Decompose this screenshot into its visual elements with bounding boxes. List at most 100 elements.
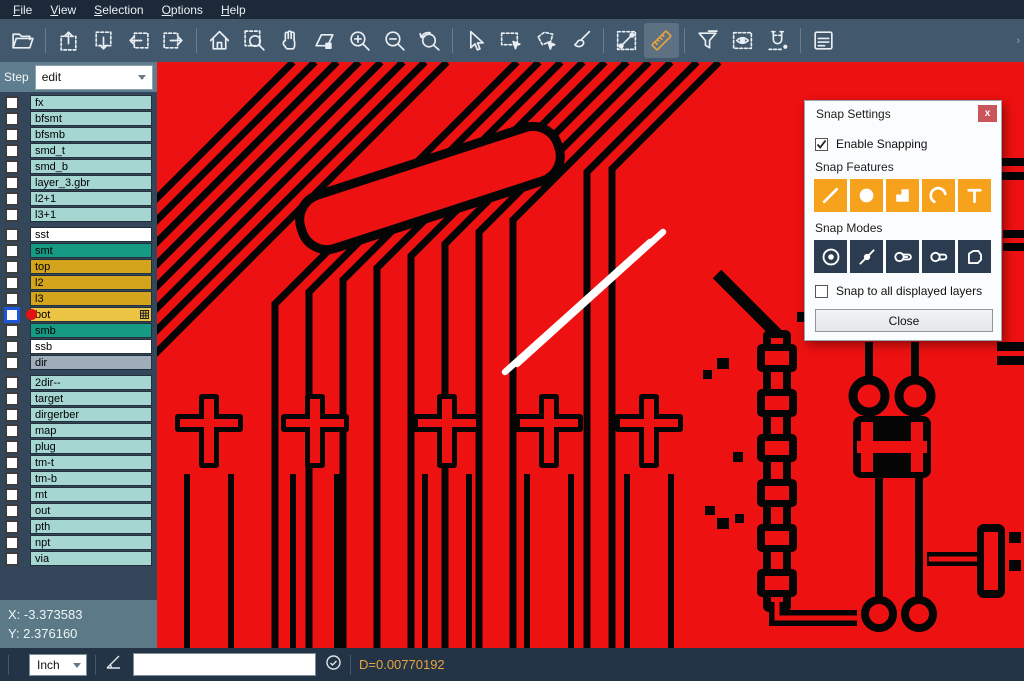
- layer-visibility-checkbox[interactable]: [5, 340, 19, 354]
- layer-visibility-checkbox[interactable]: [5, 536, 19, 550]
- layer-visibility-checkbox[interactable]: [5, 260, 19, 274]
- menu-item-selection[interactable]: Selection: [85, 2, 152, 18]
- layer-item-l3+1[interactable]: l3+1: [30, 207, 152, 222]
- send-top-button[interactable]: [51, 23, 86, 58]
- snap-on-line-button[interactable]: [850, 240, 883, 273]
- layer-item-dirgerber[interactable]: dirgerber: [30, 407, 152, 422]
- apply-icon[interactable]: [325, 654, 342, 676]
- snap-feature-arc-button[interactable]: [922, 179, 955, 212]
- layer-visibility-checkbox[interactable]: [5, 308, 19, 322]
- layer-visibility-checkbox[interactable]: [5, 440, 19, 454]
- measure-ruler-button[interactable]: [644, 23, 679, 58]
- pan-hand-button[interactable]: [272, 23, 307, 58]
- unit-dropdown[interactable]: Inch: [29, 654, 87, 676]
- report-button[interactable]: [806, 23, 841, 58]
- layer-item-l2+1[interactable]: l2+1: [30, 191, 152, 206]
- select-pointer-button[interactable]: [458, 23, 493, 58]
- layer-visibility-checkbox[interactable]: [5, 408, 19, 422]
- layer-visibility-checkbox[interactable]: [5, 228, 19, 242]
- zoom-previous-button[interactable]: [412, 23, 447, 58]
- menu-item-help[interactable]: Help: [212, 2, 255, 18]
- layer-visibility-checkbox[interactable]: [5, 144, 19, 158]
- snap-magnet-button[interactable]: [760, 23, 795, 58]
- layer-item-top[interactable]: top: [30, 259, 152, 274]
- layer-visibility-checkbox[interactable]: [5, 292, 19, 306]
- layer-visibility-checkbox[interactable]: [5, 376, 19, 390]
- layer-visibility-checkbox[interactable]: [5, 160, 19, 174]
- layer-visibility-checkbox[interactable]: [5, 324, 19, 338]
- snap-slot-center-button[interactable]: [886, 240, 919, 273]
- zoom-out-button[interactable]: [377, 23, 412, 58]
- zoom-in-button[interactable]: [342, 23, 377, 58]
- layer-item-tm-t[interactable]: tm-t: [30, 455, 152, 470]
- snap-center-button[interactable]: [814, 240, 847, 273]
- layer-visibility-checkbox[interactable]: [5, 552, 19, 566]
- snap-slot-button[interactable]: [922, 240, 955, 273]
- zoom-polygon-button[interactable]: [307, 23, 342, 58]
- layer-item-map[interactable]: map: [30, 423, 152, 438]
- select-brush-button[interactable]: [563, 23, 598, 58]
- menu-item-file[interactable]: File: [4, 2, 41, 18]
- filter-button[interactable]: [690, 23, 725, 58]
- select-polygon-button[interactable]: [528, 23, 563, 58]
- select-rect-button[interactable]: [493, 23, 528, 58]
- layer-item-2dir--[interactable]: 2dir--: [30, 375, 152, 390]
- dialog-titlebar[interactable]: Snap Settings x: [805, 101, 1001, 126]
- layer-visibility-checkbox[interactable]: [5, 112, 19, 126]
- layer-item-bfsmt[interactable]: bfsmt: [30, 111, 152, 126]
- zoom-window-button[interactable]: [237, 23, 272, 58]
- close-icon[interactable]: x: [978, 105, 997, 122]
- layer-item-fx[interactable]: fx: [30, 95, 152, 110]
- layer-item-mt[interactable]: mt: [30, 487, 152, 502]
- menu-item-view[interactable]: View: [41, 2, 85, 18]
- layer-visibility-checkbox[interactable]: [5, 392, 19, 406]
- enable-snapping-checkbox[interactable]: Enable Snapping: [815, 137, 992, 151]
- layer-item-smt[interactable]: smt: [30, 243, 152, 258]
- layer-item-l3[interactable]: l3: [30, 291, 152, 306]
- layer-visibility-checkbox[interactable]: [5, 208, 19, 222]
- zoom-home-button[interactable]: [202, 23, 237, 58]
- layer-item-tm-b[interactable]: tm-b: [30, 471, 152, 486]
- menu-item-options[interactable]: Options: [153, 2, 212, 18]
- layer-visibility-checkbox[interactable]: [5, 244, 19, 258]
- send-bottom-button[interactable]: [86, 23, 121, 58]
- step-dropdown[interactable]: edit: [35, 65, 153, 90]
- layer-visibility-checkbox[interactable]: [5, 424, 19, 438]
- open-folder-button[interactable]: [5, 23, 40, 58]
- layer-visibility-checkbox[interactable]: [5, 456, 19, 470]
- layer-item-bot[interactable]: bot: [30, 307, 152, 322]
- layer-item-ssb[interactable]: ssb: [30, 339, 152, 354]
- layer-item-dir[interactable]: dir: [30, 355, 152, 370]
- layer-visibility-checkbox[interactable]: [5, 472, 19, 486]
- toolbar-overflow-icon[interactable]: ›: [1016, 35, 1020, 47]
- layer-item-layer_3.gbr[interactable]: layer_3.gbr: [30, 175, 152, 190]
- layer-item-out[interactable]: out: [30, 503, 152, 518]
- layer-item-target[interactable]: target: [30, 391, 152, 406]
- layer-item-plug[interactable]: plug: [30, 439, 152, 454]
- layer-grid-icon[interactable]: [140, 310, 149, 319]
- checkbox-unchecked-icon[interactable]: [815, 285, 828, 298]
- snap-feature-line-button[interactable]: [814, 179, 847, 212]
- snap-feature-pad-circle-button[interactable]: [850, 179, 883, 212]
- layer-visibility-checkbox[interactable]: [5, 192, 19, 206]
- layer-item-smd_b[interactable]: smd_b: [30, 159, 152, 174]
- close-button[interactable]: Close: [815, 309, 993, 332]
- layer-item-bfsmb[interactable]: bfsmb: [30, 127, 152, 142]
- send-left-button[interactable]: [121, 23, 156, 58]
- layer-item-npt[interactable]: npt: [30, 535, 152, 550]
- layer-visibility-checkbox[interactable]: [5, 504, 19, 518]
- command-input[interactable]: [133, 653, 316, 676]
- layer-visibility-checkbox[interactable]: [5, 488, 19, 502]
- layer-item-pth[interactable]: pth: [30, 519, 152, 534]
- snap-feature-pad-shape-button[interactable]: [886, 179, 919, 212]
- layer-item-smb[interactable]: smb: [30, 323, 152, 338]
- layer-visibility-checkbox[interactable]: [5, 128, 19, 142]
- checkbox-checked-icon[interactable]: [815, 138, 828, 151]
- snap-contour-button[interactable]: [958, 240, 991, 273]
- snap-all-layers-checkbox[interactable]: Snap to all displayed layers: [815, 284, 992, 298]
- measure-distance-button[interactable]: [609, 23, 644, 58]
- layer-visibility-checkbox[interactable]: [5, 276, 19, 290]
- layer-visibility-checkbox[interactable]: [5, 96, 19, 110]
- snap-feature-text-button[interactable]: [958, 179, 991, 212]
- send-right-button[interactable]: [156, 23, 191, 58]
